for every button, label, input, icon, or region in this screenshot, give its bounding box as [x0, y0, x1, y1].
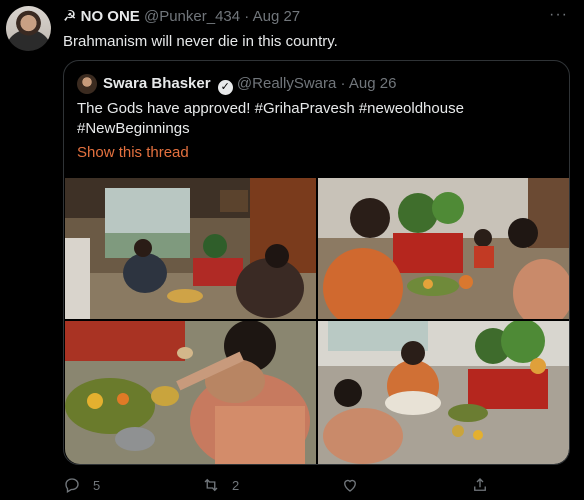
show-thread-link[interactable]: Show this thread: [77, 144, 189, 161]
photo-grid: [65, 178, 569, 464]
share-button[interactable]: [471, 474, 501, 496]
quoted-header-separator: ·: [340, 75, 346, 92]
verified-icon: ✓: [217, 80, 233, 95]
quoted-author-handle[interactable]: @ReallySwara: [237, 75, 336, 92]
quoted-author-avatar[interactable]: [77, 74, 97, 94]
quoted-tweet-header: Swara Bhasker ✓ @ReallySwara · Aug 26: [103, 75, 396, 95]
header-separator: ·: [244, 8, 250, 25]
reply-count: 5: [93, 477, 101, 493]
photo-4[interactable]: [318, 321, 569, 464]
tweet-header: ☭ NO ONE @Punker_434 · Aug 27: [63, 8, 300, 26]
like-icon: [344, 479, 356, 492]
author-avatar[interactable]: [6, 6, 51, 51]
author-name[interactable]: ☭ NO ONE: [63, 8, 140, 25]
photo-2[interactable]: [318, 178, 569, 319]
tweet-date[interactable]: Aug 27: [253, 8, 301, 25]
more-icon[interactable]: ···: [549, 6, 568, 24]
tweet-actions: 5 2: [63, 474, 570, 496]
share-icon: [474, 478, 486, 491]
reply-icon: [65, 478, 79, 493]
retweet-count: 2: [232, 477, 240, 493]
quoted-tweet-text: The Gods have approved! #GrihaPravesh #n…: [77, 100, 464, 137]
like-button[interactable]: [341, 474, 371, 496]
author-handle[interactable]: @Punker_434: [144, 8, 240, 25]
quoted-tweet-date[interactable]: Aug 26: [349, 75, 397, 92]
tweet-text: Brahmanism will never die in this countr…: [63, 33, 338, 50]
quoted-tweet[interactable]: Swara Bhasker ✓ @ReallySwara · Aug 26 Th…: [63, 60, 570, 465]
retweet-button[interactable]: 2: [202, 474, 239, 496]
quoted-author-name[interactable]: Swara Bhasker: [103, 75, 211, 92]
reply-button[interactable]: 5: [63, 474, 100, 496]
photo-3[interactable]: [65, 321, 316, 464]
retweet-icon: [204, 478, 218, 492]
photo-1[interactable]: [65, 178, 316, 319]
